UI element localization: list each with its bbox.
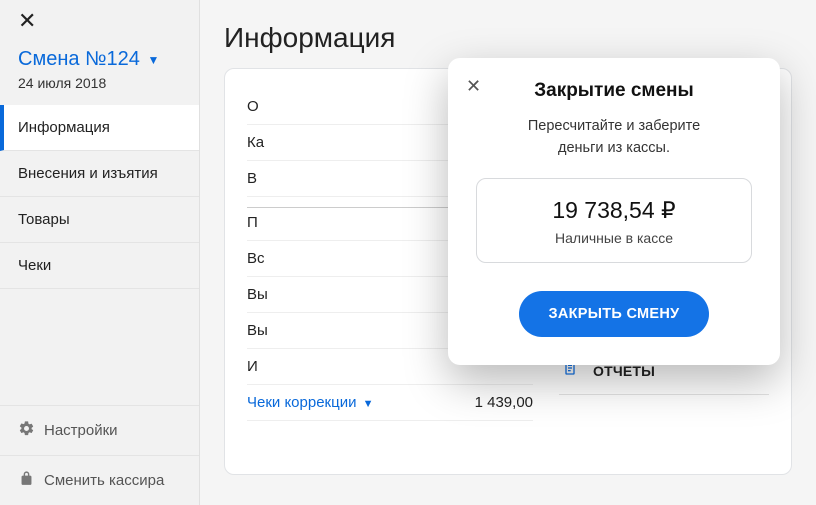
info-details: О Ка В П Вс Вы Вы И Чеки коррекции ▼ 1 4… xyxy=(247,89,533,454)
chevron-down-icon: ▼ xyxy=(363,398,374,410)
main: Информация О Ка В П Вс Вы Вы И Чеки корр… xyxy=(200,0,816,505)
calculator-icon xyxy=(561,312,579,333)
checks-correction-value: 1 439,00 xyxy=(475,394,533,411)
info-row: П xyxy=(247,207,533,241)
actions-panel: ЗАКРЫТЬ СМЕНУ ↺ ВОЗВРАТ ТОВАРА + ВНЕСЕНИ… xyxy=(559,89,769,454)
action-correction[interactable]: КОРРЕКТИРОВКА xyxy=(559,299,769,347)
info-row: Вы xyxy=(247,277,533,313)
change-cashier-link[interactable]: Сменить кассира xyxy=(0,455,199,505)
close-icon[interactable]: ✕ xyxy=(0,0,199,42)
minus-icon: − xyxy=(561,267,579,285)
info-row: В xyxy=(247,161,533,197)
settings-label: Настройки xyxy=(44,422,118,439)
action-withdraw[interactable]: − ИЗЪЯТИЕ xyxy=(559,254,769,299)
nav: Информация Внесения и изъятия Товары Чек… xyxy=(0,105,199,289)
settings-link[interactable]: Настройки xyxy=(0,405,199,455)
info-row: Вс xyxy=(247,241,533,277)
page-title: Информация xyxy=(224,22,792,54)
action-reports[interactable]: ОТЧЕТЫ xyxy=(559,347,769,395)
change-cashier-label: Сменить кассира xyxy=(44,472,164,489)
sidebar: ✕ Смена №124 ▼ 24 июля 2018 Информация В… xyxy=(0,0,200,505)
nav-item-deposits[interactable]: Внесения и изъятия xyxy=(0,151,199,197)
gear-icon xyxy=(18,420,35,441)
nav-item-goods[interactable]: Товары xyxy=(0,197,199,243)
shift-selector[interactable]: Смена №124 ▼ xyxy=(18,48,181,71)
checks-correction-toggle[interactable]: Чеки коррекции ▼ xyxy=(247,394,374,411)
close-shift-button[interactable]: ЗАКРЫТЬ СМЕНУ xyxy=(559,89,769,139)
chevron-down-icon: ▼ xyxy=(147,53,159,67)
nav-item-checks[interactable]: Чеки xyxy=(0,243,199,289)
info-card: О Ка В П Вс Вы Вы И Чеки коррекции ▼ 1 4… xyxy=(224,68,792,475)
action-return-goods[interactable]: ↺ ВОЗВРАТ ТОВАРА xyxy=(559,162,769,209)
info-row: И xyxy=(247,349,533,385)
shift-date: 24 июля 2018 xyxy=(18,75,181,91)
document-icon xyxy=(561,360,579,381)
plus-icon: + xyxy=(561,222,579,240)
nav-item-info[interactable]: Информация xyxy=(0,105,199,151)
info-row: О xyxy=(247,89,533,125)
info-row: Вы xyxy=(247,313,533,349)
action-deposit[interactable]: + ВНЕСЕНИЕ xyxy=(559,209,769,254)
return-icon: ↺ xyxy=(561,175,579,195)
info-row: Ка xyxy=(247,125,533,161)
checks-correction-row: Чеки коррекции ▼ 1 439,00 xyxy=(247,385,533,421)
shift-title-text: Смена №124 xyxy=(18,48,140,70)
lock-icon xyxy=(18,470,35,491)
